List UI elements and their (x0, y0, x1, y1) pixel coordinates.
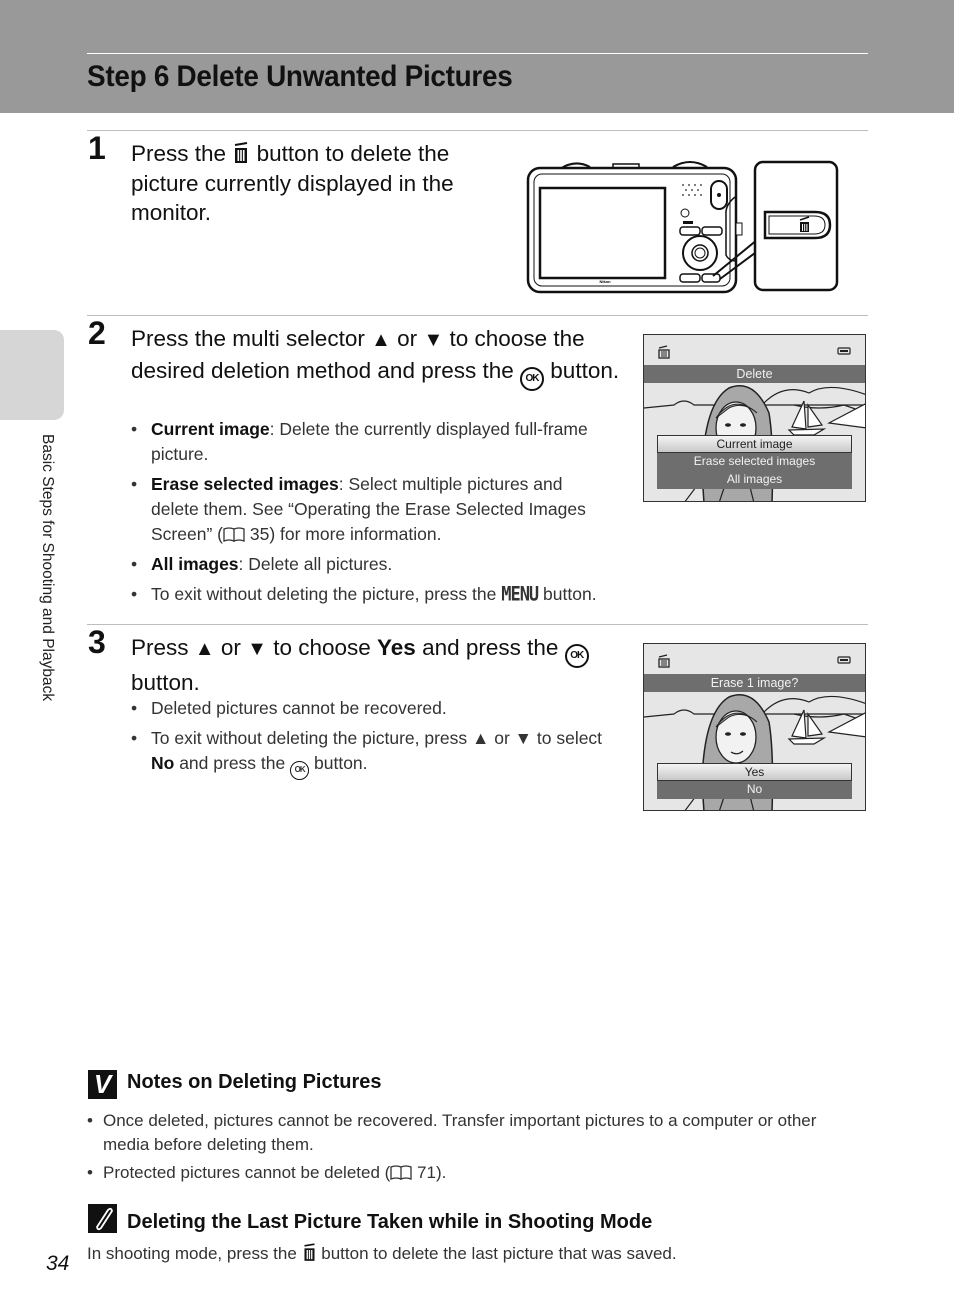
notes-list: Once deleted, pictures cannot be recover… (87, 1109, 867, 1189)
bullet-exit: To exit without deleting the picture, pr… (131, 582, 611, 608)
note-item: Protected pictures cannot be deleted ( 7… (87, 1161, 867, 1185)
trash-icon (658, 654, 670, 668)
notes-heading: V Notes on Deleting Pictures (88, 1070, 382, 1099)
step-number: 2 (88, 315, 106, 351)
header-band (0, 0, 954, 113)
camera-back-illustration: Nikon (526, 160, 839, 294)
chapter-tab (0, 330, 64, 420)
screen-title: Delete (644, 365, 865, 383)
pencil-tip-icon (88, 1204, 117, 1233)
book-reference-icon (223, 527, 245, 542)
bullet-not-recoverable: Deleted pictures cannot be recovered. (131, 696, 611, 721)
bullet-exit-no: To exit without deleting the picture, pr… (131, 726, 611, 780)
trash-icon (658, 345, 670, 359)
camera-brand: Nikon (599, 279, 611, 284)
book-reference-icon (390, 1165, 412, 1180)
menu-item-yes[interactable]: Yes (657, 763, 852, 781)
header-rule (87, 53, 868, 54)
down-arrow-icon: ▼ (514, 728, 532, 748)
ok-button-icon: OK (290, 761, 310, 780)
bullet-all-images: All images: Delete all pictures. (131, 552, 611, 577)
step-instruction: Press the button to delete the picture c… (131, 141, 454, 225)
ok-button-icon: OK (520, 366, 545, 391)
battery-icon (837, 347, 851, 355)
delete-options-menu: Current image Erase selected images All … (657, 435, 852, 489)
step-2-bullets: Current image: Delete the currently disp… (131, 417, 611, 613)
step-number: 1 (88, 130, 106, 166)
trash-icon (303, 1243, 315, 1261)
lcd-delete-menu: Delete Current image Erase selected imag… (643, 334, 866, 502)
page-title: Step 6 Delete Unwanted Pictures (87, 60, 513, 93)
step-number: 3 (88, 624, 106, 660)
reference-page-link[interactable]: 35 (250, 524, 269, 544)
page-number: 34 (46, 1252, 70, 1275)
step-divider (87, 624, 868, 625)
note-item: Once deleted, pictures cannot be recover… (87, 1109, 867, 1157)
tip-heading: Deleting the Last Picture Taken while in… (88, 1204, 652, 1234)
lcd-erase-confirm: Erase 1 image? Yes No (643, 643, 866, 811)
step-divider (87, 130, 868, 131)
bullet-erase-selected: Erase selected images: Select multiple p… (131, 472, 611, 547)
battery-icon (837, 656, 851, 664)
check-note-icon: V (88, 1070, 117, 1099)
down-arrow-icon: ▼ (423, 329, 444, 351)
step-instruction: Press the multi selector ▲ or ▼ to choos… (131, 324, 621, 391)
down-arrow-icon: ▼ (247, 638, 267, 660)
up-arrow-icon: ▲ (472, 728, 490, 748)
menu-item-all-images[interactable]: All images (657, 471, 852, 489)
screen-title: Erase 1 image? (644, 674, 865, 692)
menu-item-no[interactable]: No (657, 781, 852, 799)
menu-button-label: MENU (501, 583, 539, 607)
menu-item-erase-selected-images[interactable]: Erase selected images (657, 453, 852, 471)
trash-icon (235, 142, 248, 163)
reference-page-link[interactable]: 71 (417, 1163, 436, 1182)
menu-item-current-image[interactable]: Current image (657, 435, 852, 453)
confirm-menu: Yes No (657, 763, 852, 799)
chapter-label: Basic Steps for Shooting and Playback (39, 434, 56, 702)
bullet-current-image: Current image: Delete the currently disp… (131, 417, 611, 467)
step-3-bullets: Deleted pictures cannot be recovered. To… (131, 696, 611, 785)
up-arrow-icon: ▲ (371, 329, 391, 351)
tip-body: In shooting mode, press the button to de… (87, 1243, 677, 1263)
up-arrow-icon: ▲ (194, 638, 215, 660)
ok-button-icon: OK (564, 644, 589, 668)
step-instruction: Press ▲ or ▼ to choose Yes and press the… (131, 633, 621, 698)
step-divider (87, 315, 868, 316)
